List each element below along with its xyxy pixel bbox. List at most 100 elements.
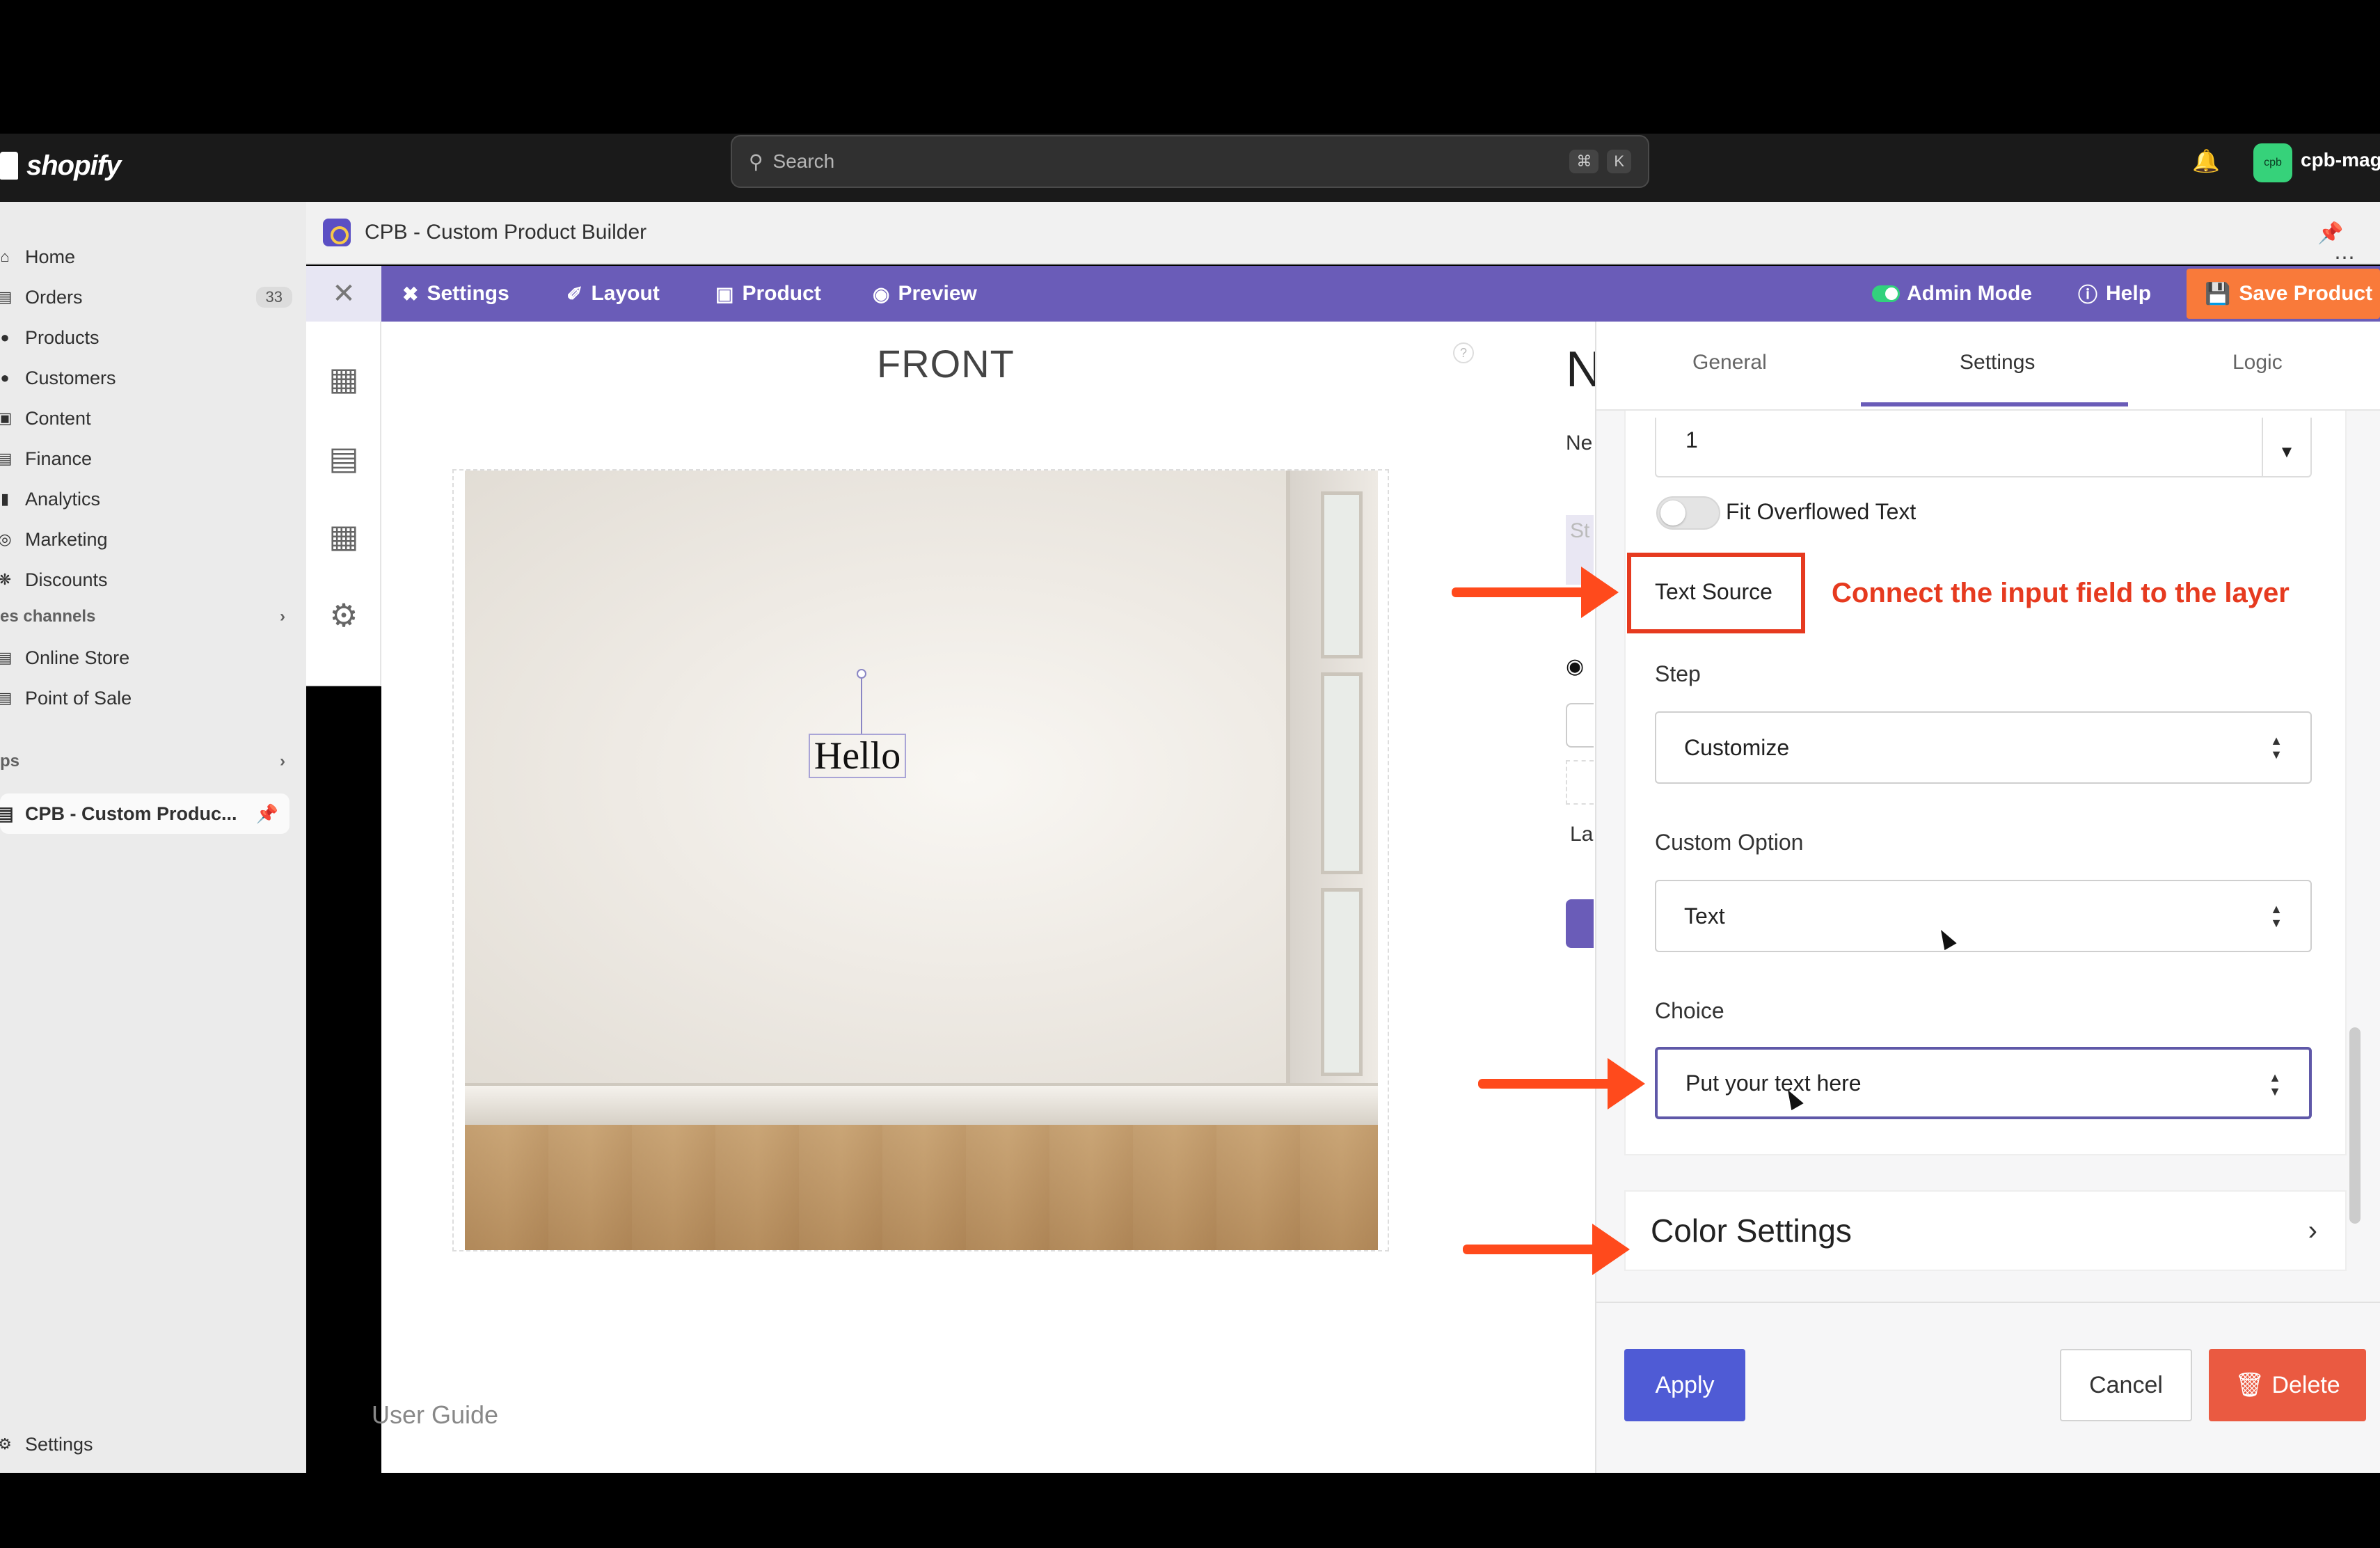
brand-name: shopify xyxy=(26,150,121,181)
sort-arrows-icon: ▲ ▼ xyxy=(2270,734,2283,761)
help-icon[interactable]: ? xyxy=(1453,342,1474,363)
choice-label: Choice xyxy=(1655,998,1724,1023)
sidebar-item-label: Customers xyxy=(25,367,116,388)
header-actions: 📌 ⋯ xyxy=(2317,221,2380,270)
toolbar-label: Preview xyxy=(898,282,977,305)
custom-option-select[interactable]: Text ▲ ▼ xyxy=(1655,880,2312,952)
panel-scrollbar[interactable] xyxy=(2349,1027,2361,1224)
toolbar-settings-button[interactable]: ✖ Settings xyxy=(402,266,509,322)
sidebar-item-label: CPB - Custom Produc... xyxy=(25,803,237,824)
shopping-bag-icon: ▣ xyxy=(715,283,734,305)
bell-icon[interactable]: 🔔 xyxy=(2192,148,2220,175)
app-icon: ▤ xyxy=(0,803,14,824)
sidebar-item-label: Marketing xyxy=(25,528,108,550)
sidebar-item-point-of-sale[interactable]: ▤ Point of Sale xyxy=(0,681,292,716)
person-icon: ● xyxy=(0,369,10,386)
sidebar-item-label: Orders xyxy=(25,286,83,308)
toolbar-layout-button[interactable]: ✐ Layout xyxy=(566,266,660,322)
toolbar-label: Help xyxy=(2106,282,2152,305)
apps-header[interactable]: ps › xyxy=(0,752,285,771)
save-label: Save Product xyxy=(2239,282,2373,305)
pin-icon[interactable]: 📌 xyxy=(2317,222,2343,245)
sidebar-item-settings[interactable]: ⚙ Settings xyxy=(0,1427,292,1462)
app-title: CPB - Custom Product Builder xyxy=(365,221,647,244)
apply-button[interactable]: Apply xyxy=(1624,1349,1745,1421)
window-pane xyxy=(1321,491,1363,658)
sidebar-item-products[interactable]: ● Products xyxy=(0,320,292,355)
annotation-arrow xyxy=(1463,1224,1630,1275)
sidebar-item-finance[interactable]: ▤ Finance xyxy=(0,441,292,476)
help-button[interactable]: ⓘ Help xyxy=(2078,266,2151,322)
product-image[interactable] xyxy=(465,471,1378,1250)
pin-icon[interactable]: 📌 xyxy=(256,803,278,825)
sidebar-item-content[interactable]: ▣ Content xyxy=(0,401,292,436)
search-placeholder: Search xyxy=(772,150,835,172)
step-label: Step xyxy=(1655,661,1701,686)
sidebar-item-label: Content xyxy=(25,407,91,429)
admin-mode-toggle[interactable]: Admin Mode xyxy=(1872,266,2032,322)
number-field[interactable]: 1 xyxy=(1655,418,2312,477)
sidebar-item-home[interactable]: ⌂ Home xyxy=(0,239,292,274)
sales-channels-header[interactable]: es channels › xyxy=(0,607,285,626)
search-input[interactable]: ⚲ Search ⌘ K xyxy=(731,135,1649,188)
cancel-button[interactable]: Cancel xyxy=(2060,1349,2192,1421)
tag-icon: ● xyxy=(0,329,10,346)
toolbar-label: Layout xyxy=(591,282,660,305)
gear-icon[interactable]: ⚙ xyxy=(326,597,362,633)
window-pane xyxy=(1321,888,1363,1076)
sidebar-item-label: Discounts xyxy=(25,569,108,590)
tab-settings[interactable]: Settings xyxy=(1960,351,2035,374)
choice-select[interactable]: Put your text here ▲ ▼ xyxy=(1655,1047,2312,1119)
eye-icon: ◉ xyxy=(873,283,890,305)
custom-option-label: Custom Option xyxy=(1655,830,1804,855)
bank-icon: ▤ xyxy=(0,450,13,467)
dashboard-icon[interactable]: ▦ xyxy=(326,361,362,397)
chevron-right-icon: › xyxy=(280,752,285,771)
chevron-right-icon: › xyxy=(2308,1215,2317,1246)
step-select[interactable]: Customize ▲ ▼ xyxy=(1655,711,2312,784)
avatar[interactable]: cpb xyxy=(2253,143,2292,182)
sidebar-item-label: Analytics xyxy=(25,488,101,510)
color-settings-row[interactable]: Color Settings › xyxy=(1624,1190,2347,1271)
text-layer[interactable]: Hello xyxy=(809,734,906,778)
sidebar-item-cpb-app[interactable]: ▤ CPB - Custom Produc... 📌 xyxy=(0,793,289,834)
orders-icon: ▤ xyxy=(0,288,13,306)
shopify-logo[interactable]: shopify xyxy=(0,145,121,187)
annotation-arrow xyxy=(1478,1058,1645,1109)
close-button[interactable]: ✕ xyxy=(306,266,381,322)
rotate-handle-stem xyxy=(861,679,862,734)
sidebar-item-discounts[interactable]: ❋ Discounts xyxy=(0,562,292,597)
command-key: ⌘ xyxy=(1569,150,1599,173)
sidebar-item-analytics[interactable]: ▮ Analytics xyxy=(0,482,292,516)
list-icon[interactable]: ▤ xyxy=(326,440,362,476)
tab-logic[interactable]: Logic xyxy=(2232,351,2283,374)
save-product-button[interactable]: 💾 Save Product xyxy=(2187,269,2380,319)
search-field-fragment xyxy=(1566,703,1594,748)
sidebar-item-marketing[interactable]: ◎ Marketing xyxy=(0,522,292,557)
table-icon[interactable]: ▦ xyxy=(326,518,362,554)
color-settings-label: Color Settings xyxy=(1651,1213,1852,1249)
delete-button[interactable]: 🗑 Delete xyxy=(2209,1349,2366,1421)
orders-count-badge: 33 xyxy=(255,287,292,308)
rotate-handle[interactable] xyxy=(857,669,866,679)
window-pane xyxy=(1321,672,1363,874)
section-label: ps xyxy=(0,752,20,771)
cpb-logo-icon xyxy=(323,219,351,246)
toolbar-preview-button[interactable]: ◉ Preview xyxy=(873,266,977,322)
k-key: K xyxy=(1607,150,1631,173)
toolbar-product-button[interactable]: ▣ Product xyxy=(715,266,821,322)
eye-icon[interactable]: ◉ xyxy=(1566,654,1584,679)
bar-chart-icon: ▮ xyxy=(0,490,10,507)
fit-overflow-toggle[interactable] xyxy=(1656,496,1720,530)
tab-general[interactable]: General xyxy=(1692,351,1767,374)
sidebar-item-orders[interactable]: ▤ Orders 33 xyxy=(0,280,292,315)
toolbar-label: Settings xyxy=(427,282,509,305)
sidebar-item-online-store[interactable]: ▤ Online Store xyxy=(0,640,292,675)
app-header: CPB - Custom Product Builder xyxy=(306,202,2380,264)
image-icon: ▣ xyxy=(0,409,13,427)
user-guide-link[interactable]: User Guide xyxy=(372,1400,498,1430)
caret-down-icon[interactable]: ▼ xyxy=(2262,418,2310,476)
annotation-arrow xyxy=(1452,567,1619,618)
store-name[interactable]: cpb-mago xyxy=(2301,149,2380,171)
sidebar-item-customers[interactable]: ● Customers xyxy=(0,361,292,395)
